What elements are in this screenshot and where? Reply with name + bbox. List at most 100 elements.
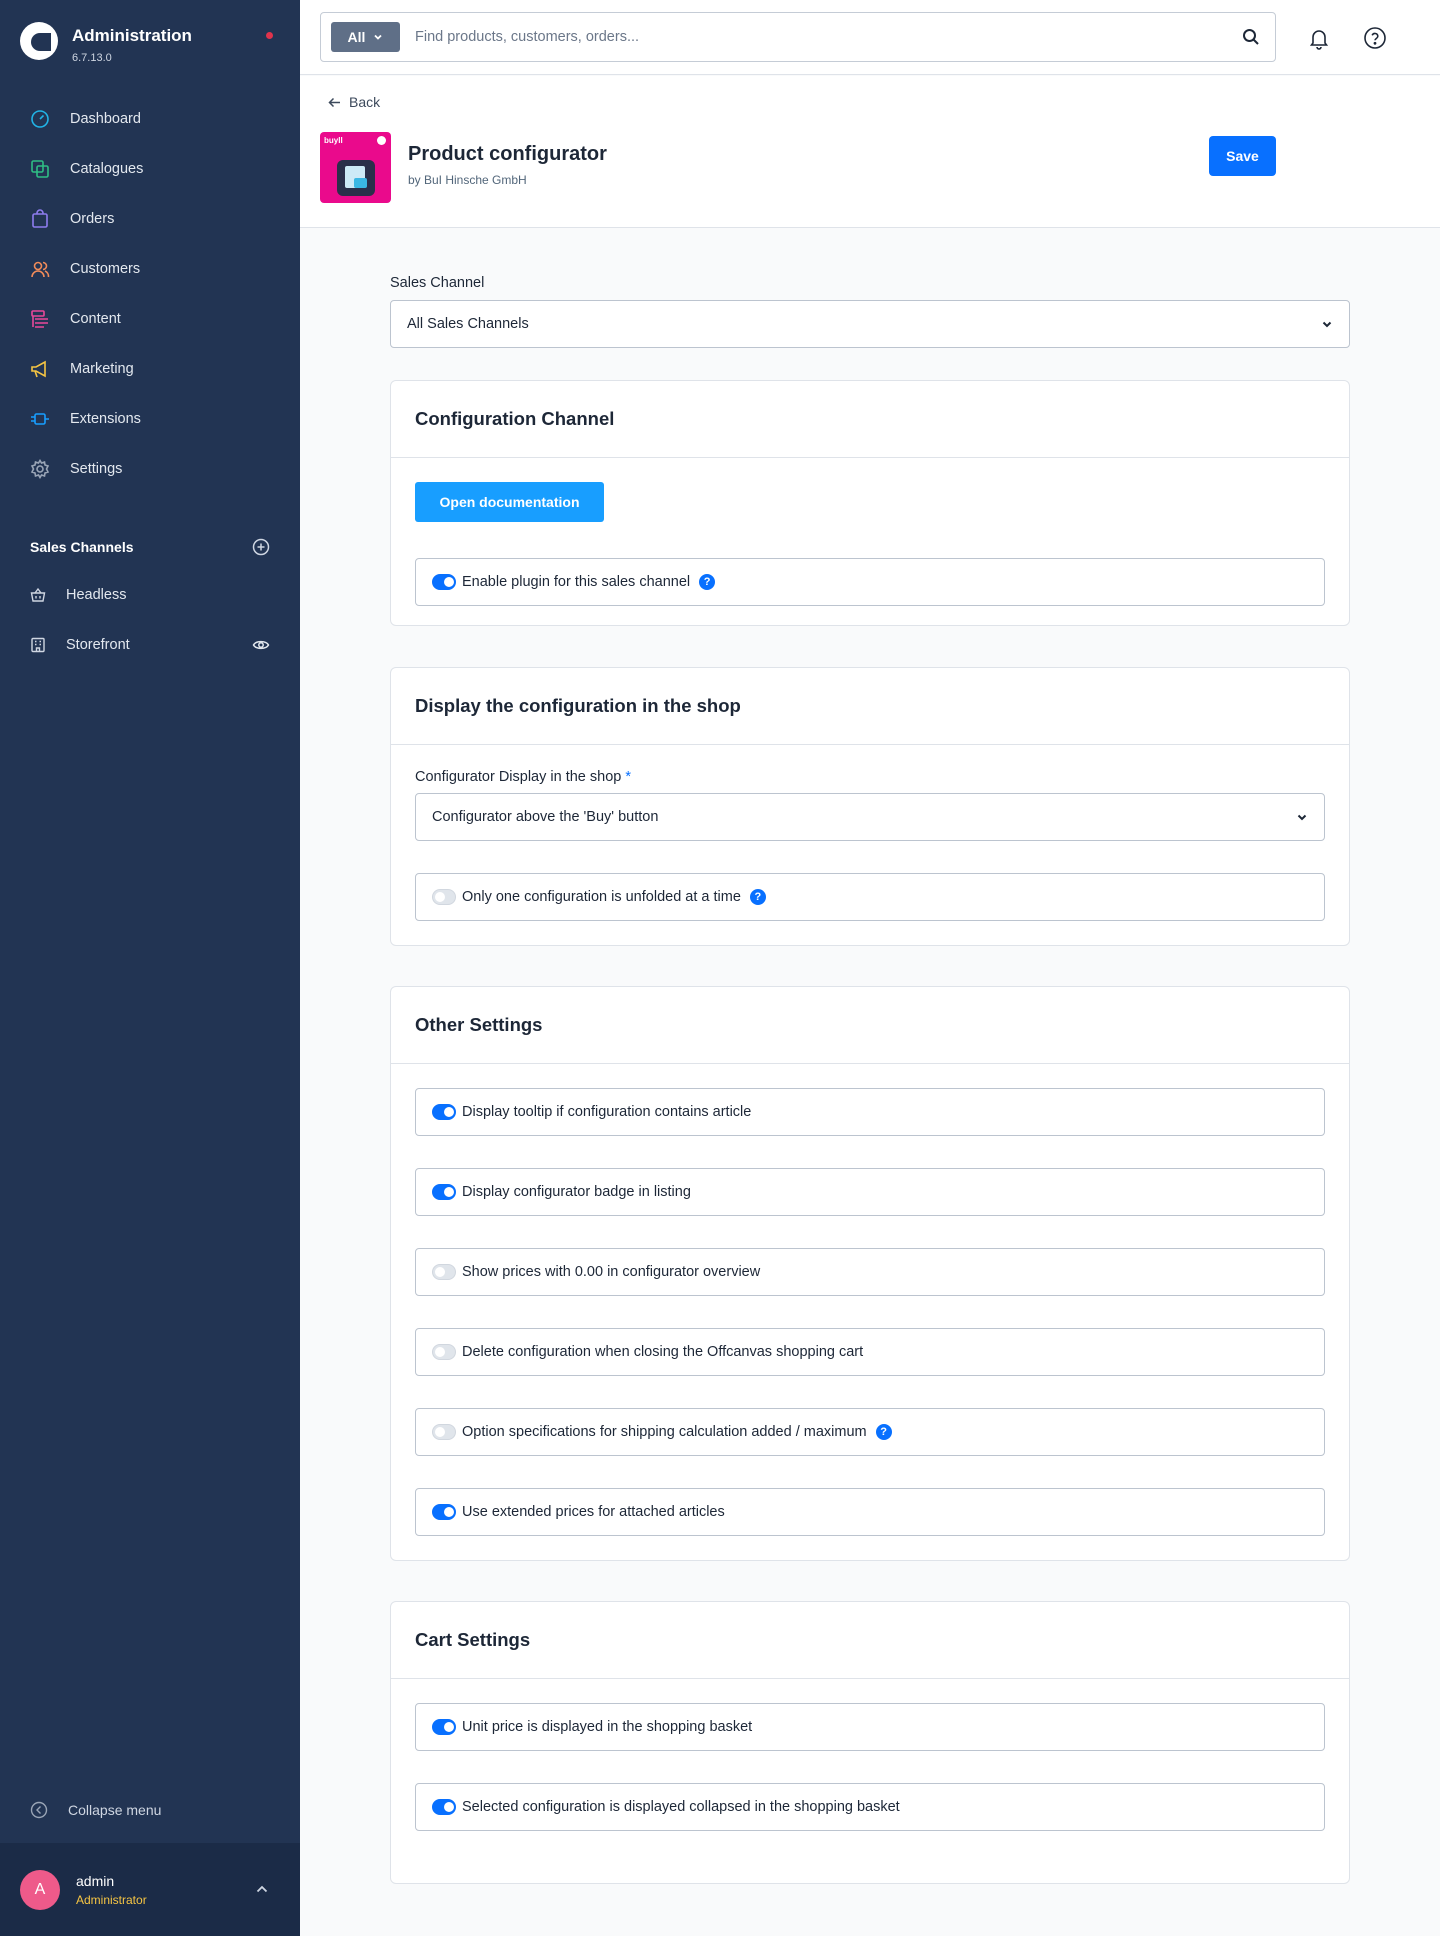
avatar: A <box>20 1869 60 1910</box>
card-title: Cart Settings <box>415 1629 531 1650</box>
chevron-down-icon <box>374 34 383 40</box>
toggle-label: Delete configuration when closing the Of… <box>462 1344 864 1360</box>
nav-item-extensions[interactable]: Extensions <box>0 394 300 444</box>
toggle-display-badge[interactable]: Display configurator badge in listing <box>415 1168 1325 1216</box>
toggle-label: Display configurator badge in listing <box>462 1184 691 1200</box>
plugin-logo: buyll <box>320 132 391 203</box>
toggle-label: Display tooltip if configuration contain… <box>462 1104 752 1120</box>
card-display-configuration: Display the configuration in the shop Co… <box>390 667 1350 946</box>
nav-item-orders[interactable]: Orders <box>0 194 300 244</box>
search-input[interactable] <box>415 29 1241 45</box>
nav-label: Extensions <box>70 411 141 427</box>
toggle-switch[interactable] <box>432 1799 456 1815</box>
nav-item-catalogues[interactable]: Catalogues <box>0 144 300 194</box>
toggle-switch[interactable] <box>432 1504 456 1520</box>
toggle-switch[interactable] <box>432 1264 456 1280</box>
sales-channel-headless[interactable]: Headless <box>30 577 270 613</box>
sales-channel-select[interactable]: All Sales Channels <box>390 300 1350 348</box>
search-type-select[interactable]: All <box>331 22 400 52</box>
configurator-display-label: Configurator Display in the shop * <box>415 769 1325 785</box>
sales-channel-storefront[interactable]: Storefront <box>30 627 270 663</box>
eye-icon[interactable] <box>252 636 270 654</box>
save-button[interactable]: Save <box>1209 136 1276 176</box>
brand[interactable]: Administration 6.7.13.0 <box>20 22 192 64</box>
collapse-menu-button[interactable]: Collapse menu <box>30 1801 161 1819</box>
nav-label: Content <box>70 311 121 327</box>
card-header: Configuration Channel <box>391 381 1349 458</box>
toggle-switch[interactable] <box>432 1719 456 1735</box>
card-title: Other Settings <box>415 1014 543 1035</box>
notification-dot <box>266 32 273 39</box>
nav-label: Catalogues <box>70 161 144 177</box>
card-header: Other Settings <box>391 987 1349 1064</box>
search-icon[interactable] <box>1241 27 1261 47</box>
user-text: admin Administrator <box>76 1873 147 1907</box>
collapse-icon <box>30 1801 48 1819</box>
catalogues-icon <box>30 159 50 179</box>
sales-channels-title: Sales Channels <box>30 539 134 555</box>
toggle-enable-plugin[interactable]: Enable plugin for this sales channel ? <box>415 558 1325 606</box>
add-sales-channel-icon[interactable] <box>252 538 270 556</box>
nav-item-content[interactable]: Content <box>0 294 300 344</box>
toggle-delete-configuration[interactable]: Delete configuration when closing the Of… <box>415 1328 1325 1376</box>
nav-label: Settings <box>70 461 123 477</box>
plugin-logo-mark-icon <box>377 136 386 145</box>
nav-item-marketing[interactable]: Marketing <box>0 344 300 394</box>
toggle-switch[interactable] <box>432 574 456 590</box>
help-icon[interactable]: ? <box>875 1424 892 1440</box>
toggle-unit-price[interactable]: Unit price is displayed in the shopping … <box>415 1703 1325 1751</box>
brand-text: Administration 6.7.13.0 <box>72 26 192 64</box>
configurator-display-value: Configurator above the 'Buy' button <box>432 809 659 825</box>
toggle-show-zero-prices[interactable]: Show prices with 0.00 in configurator ov… <box>415 1248 1325 1296</box>
toggle-label: Show prices with 0.00 in configurator ov… <box>462 1264 761 1280</box>
toggle-switch[interactable] <box>432 1344 456 1360</box>
card-body: Open documentation Enable plugin for thi… <box>391 458 1349 630</box>
toggle-collapsed-configuration[interactable]: Selected configuration is displayed coll… <box>415 1783 1325 1831</box>
sales-channels-header: Sales Channels <box>30 538 270 556</box>
app-title: Administration <box>72 26 192 45</box>
configurator-display-select[interactable]: Configurator above the 'Buy' button <box>415 793 1325 841</box>
nav-item-dashboard[interactable]: Dashboard <box>0 94 300 144</box>
help-icon[interactable]: ? <box>749 889 766 905</box>
topbar: All <box>300 0 1440 75</box>
help-icon[interactable] <box>1363 26 1387 50</box>
open-documentation-button[interactable]: Open documentation <box>415 482 604 522</box>
toggle-display-tooltip[interactable]: Display tooltip if configuration contain… <box>415 1088 1325 1136</box>
search-type-label: All <box>347 29 366 45</box>
toggle-switch[interactable] <box>432 1424 456 1440</box>
toggle-shipping-specifications[interactable]: Option specifications for shipping calcu… <box>415 1408 1325 1456</box>
chevron-up-icon[interactable] <box>254 1881 270 1897</box>
help-icon[interactable]: ? <box>699 574 716 590</box>
nav-item-settings[interactable]: Settings <box>0 444 300 494</box>
nav-label: Customers <box>70 261 141 277</box>
toggle-switch[interactable] <box>432 1104 456 1120</box>
page-header: Back buyll Product configurator by BuI H… <box>300 76 1440 228</box>
bell-icon[interactable] <box>1307 26 1331 50</box>
sales-channel-value: All Sales Channels <box>407 316 529 332</box>
customers-icon <box>30 259 50 279</box>
toggle-extended-prices[interactable]: Use extended prices for attached article… <box>415 1488 1325 1536</box>
card-body: Display tooltip if configuration contain… <box>391 1064 1349 1560</box>
card-body: Unit price is displayed in the shopping … <box>391 1679 1349 1855</box>
card-header: Display the configuration in the shop <box>391 668 1349 745</box>
user-menu[interactable]: A admin Administrator <box>0 1843 300 1936</box>
card-cart-settings: Cart Settings Unit price is displayed in… <box>390 1601 1350 1884</box>
sales-channel-label: Headless <box>66 587 127 603</box>
plugin-logo-tag: buyll <box>324 136 343 145</box>
nav-item-customers[interactable]: Customers <box>0 244 300 294</box>
app-version: 6.7.13.0 <box>72 52 112 64</box>
orders-icon <box>30 209 50 229</box>
toggle-switch[interactable] <box>432 1184 456 1200</box>
required-mark: * <box>625 769 632 785</box>
storefront-icon <box>30 637 46 653</box>
settings-icon <box>30 459 50 479</box>
back-link[interactable]: Back <box>328 94 380 110</box>
configurator-display-label-text: Configurator Display in the shop <box>415 769 622 785</box>
user-role: Administrator <box>76 1892 147 1907</box>
toggle-label: Use extended prices for attached article… <box>462 1504 725 1520</box>
toggle-switch[interactable] <box>432 889 456 905</box>
card-title: Configuration Channel <box>415 408 615 429</box>
nav-label: Orders <box>70 211 115 227</box>
toggle-only-one-unfolded[interactable]: Only one configuration is unfolded at a … <box>415 873 1325 921</box>
back-label: Back <box>349 94 381 110</box>
